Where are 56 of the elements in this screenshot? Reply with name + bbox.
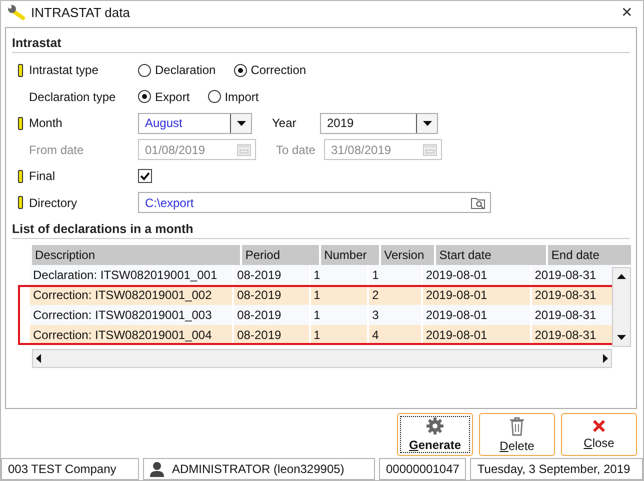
table-cell: 2019-08-31 bbox=[532, 325, 612, 345]
field-label: Month bbox=[29, 116, 62, 130]
field-label: Declaration type bbox=[29, 90, 116, 104]
table-cell: 4 bbox=[369, 325, 421, 345]
radio-button[interactable]: Import bbox=[208, 90, 259, 104]
table-cell: 2019-08-01 bbox=[422, 285, 530, 305]
table-cell: Correction: ITSW082019001_003 bbox=[30, 305, 232, 325]
table-cell: 2019-08-01 bbox=[422, 265, 530, 285]
table-cell: 2019-08-01 bbox=[422, 325, 530, 345]
action-button[interactable]: Generate bbox=[397, 413, 473, 456]
dropdown-field[interactable]: August bbox=[138, 112, 252, 134]
section-heading: Intrastat bbox=[12, 32, 630, 53]
field-label: Directory bbox=[29, 196, 78, 210]
table-cell: 08-2019 bbox=[234, 325, 309, 345]
field-label: From date bbox=[29, 142, 84, 157]
column-header[interactable]: Start date bbox=[436, 245, 546, 265]
radio-button[interactable]: Declaration bbox=[138, 63, 216, 78]
action-button[interactable]: Close bbox=[561, 413, 637, 456]
table-cell: 1 bbox=[310, 325, 368, 345]
table-cell: 2 bbox=[369, 285, 421, 305]
table-cell: 2019-08-31 bbox=[532, 285, 612, 305]
table-cell: 08-2019 bbox=[234, 305, 309, 325]
table-cell: Declaration: ITSW082019001_001 bbox=[30, 265, 232, 285]
table-cell: 1 bbox=[310, 305, 368, 325]
close-button[interactable]: ✕ bbox=[615, 4, 639, 20]
field-label: To date bbox=[276, 142, 316, 157]
column-header[interactable]: Period bbox=[242, 245, 320, 265]
directory-field[interactable]: C:\export bbox=[138, 192, 491, 214]
section-heading: List of declarations in a month bbox=[12, 218, 630, 239]
status-date: Tuesday, 3 September, 2019 bbox=[470, 458, 643, 480]
window-title: INTRASTAT data bbox=[31, 4, 131, 20]
column-header[interactable]: Version bbox=[381, 245, 434, 265]
status-number: 00000001047 bbox=[379, 458, 466, 480]
field-label: Intrastat type bbox=[29, 63, 98, 78]
table-cell: Correction: ITSW082019001_004 bbox=[30, 325, 232, 345]
field-label: Final bbox=[29, 169, 56, 184]
table-cell: 2019-08-31 bbox=[532, 265, 612, 285]
dropdown-field[interactable]: 2019 bbox=[320, 112, 438, 134]
table-cell: Correction: ITSW082019001_002 bbox=[30, 285, 232, 305]
table-cell: 08-2019 bbox=[234, 285, 309, 305]
field-label: Year bbox=[272, 116, 298, 130]
table-cell: 1 bbox=[310, 265, 368, 285]
status-company: 003 TEST Company bbox=[1, 458, 139, 480]
column-header[interactable]: End date bbox=[548, 245, 631, 265]
table-cell: 1 bbox=[310, 285, 368, 305]
table-cell: 3 bbox=[369, 305, 421, 325]
radio-button[interactable]: Correction bbox=[234, 63, 306, 78]
column-header[interactable]: Description bbox=[32, 245, 240, 265]
radio-button[interactable]: Export bbox=[138, 90, 190, 104]
table-cell: 08-2019 bbox=[234, 265, 309, 285]
table-cell: 1 bbox=[369, 265, 421, 285]
action-button[interactable]: Delete bbox=[479, 413, 555, 456]
column-header[interactable]: Number bbox=[321, 245, 380, 265]
status-user: ADMINISTRATOR (leon329905) bbox=[172, 462, 344, 476]
table-cell: 2019-08-01 bbox=[422, 305, 530, 325]
table-cell: 2019-08-31 bbox=[532, 305, 612, 325]
